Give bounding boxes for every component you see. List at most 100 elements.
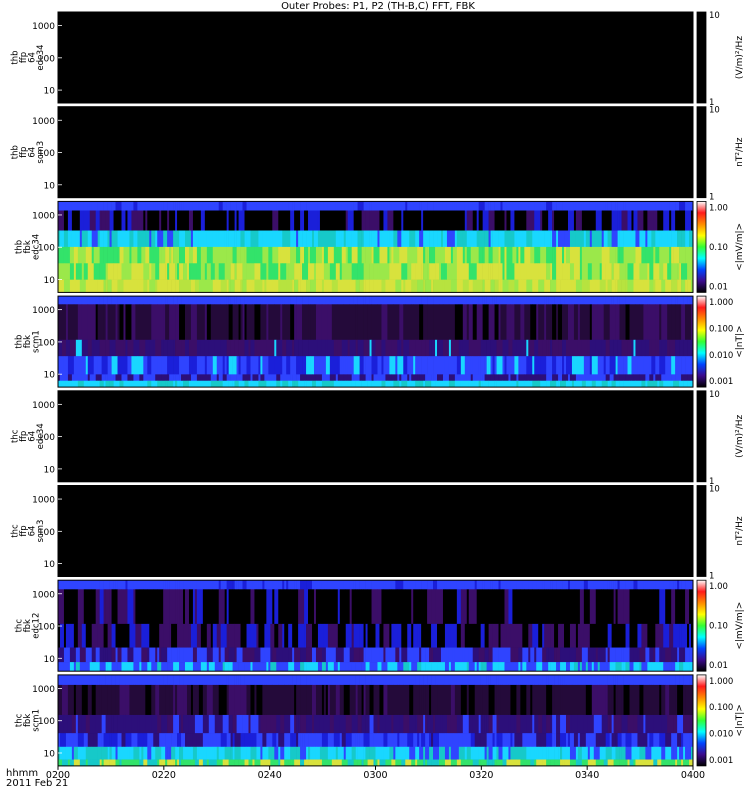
spectrogram-cell	[274, 246, 279, 264]
spectrogram-cell	[357, 246, 362, 264]
spectrogram-cell	[629, 580, 634, 590]
spectrogram-cell	[669, 201, 676, 211]
spectrogram-cell	[502, 263, 505, 280]
spectrogram-cell	[294, 662, 301, 672]
spectrogram-cell	[319, 230, 327, 248]
spectrogram-cell	[319, 759, 323, 767]
spectrogram-cell	[321, 263, 325, 280]
spectrogram-cell	[665, 246, 670, 264]
colorbar-tick-label: 10	[709, 485, 720, 495]
spectrogram-cell	[599, 647, 606, 663]
spectrogram-cell	[681, 580, 686, 590]
spectrogram-cell	[327, 246, 335, 264]
spectrogram-cell	[103, 580, 110, 590]
spectrogram-cell	[423, 246, 426, 264]
spectrogram-cell	[186, 380, 190, 388]
spectrogram-cell	[419, 684, 422, 716]
spectrogram-cell	[329, 714, 335, 734]
spectrogram-cell	[161, 279, 168, 293]
spectrogram-cell	[173, 210, 176, 231]
spectrogram-cell	[397, 339, 400, 357]
spectrogram-cell	[421, 647, 426, 663]
spectrogram-cell	[250, 356, 253, 375]
spectrogram-cell	[663, 380, 668, 388]
spectrogram-cell	[508, 380, 513, 388]
spectrogram-cell	[482, 580, 485, 590]
spectrogram-cell	[260, 279, 263, 293]
spectrogram-cell	[327, 662, 335, 672]
spectrogram-cell	[542, 580, 545, 590]
spectrogram-cell	[407, 733, 414, 748]
spectrogram-cell	[127, 356, 132, 375]
spectrogram-cell	[175, 279, 180, 293]
spectrogram-cell	[83, 733, 89, 748]
spectrogram-cell	[468, 263, 474, 280]
spectrogram-cell	[284, 733, 291, 748]
spectrogram-cell	[490, 279, 495, 293]
spectrogram-cell	[212, 589, 218, 625]
spectrogram-cell	[137, 230, 140, 248]
spectrogram-cell	[490, 356, 493, 375]
spectrogram-cell	[444, 580, 448, 590]
spectrogram-cell	[365, 674, 372, 686]
spectrogram-cell	[97, 304, 104, 341]
spectrogram-cell	[313, 230, 319, 248]
spectrogram-cell	[214, 246, 222, 264]
spectrogram-cell	[450, 380, 456, 388]
spectrogram-cell	[452, 230, 456, 248]
y-tick-label: 1000	[32, 117, 55, 127]
spectrogram-cell	[466, 210, 470, 231]
spectrogram-cell	[357, 339, 364, 357]
spectrogram-cell	[186, 201, 194, 211]
panel-label-line: edc12	[32, 613, 42, 639]
spectrogram-cell	[488, 759, 493, 767]
spectrogram-cell	[637, 580, 644, 590]
spectrogram-cell	[496, 296, 503, 305]
spectrogram-cell	[437, 759, 440, 767]
spectrogram-cell	[532, 296, 535, 305]
spectrogram-cell	[339, 356, 343, 375]
spectrogram-cell	[599, 674, 604, 686]
spectrogram-cell	[611, 733, 616, 748]
spectrogram-cell	[520, 759, 527, 767]
spectrogram-cell	[607, 647, 610, 663]
spectrogram-cell	[605, 339, 610, 357]
spectrogram-cell	[111, 733, 118, 748]
spectrogram-cell	[516, 296, 519, 305]
spectrogram-cell	[192, 356, 198, 375]
spectrogram-cell	[111, 684, 116, 716]
spectrogram-cell	[569, 714, 573, 734]
spectrogram-cell	[137, 296, 144, 305]
spectrogram-cell	[669, 623, 674, 648]
spectrogram-cell	[429, 210, 432, 231]
spectrogram-cell	[250, 380, 257, 388]
spectrogram-cell	[111, 356, 118, 375]
spectrogram-cell	[482, 296, 485, 305]
spectrogram-cell	[480, 356, 485, 375]
spectrogram-cell	[425, 246, 428, 264]
spectrogram-cell	[127, 374, 134, 382]
spectrogram-cell	[185, 246, 190, 264]
spectrogram-cell	[127, 339, 134, 357]
spectrogram-cell	[248, 374, 251, 382]
spectrogram-cell	[442, 210, 450, 231]
spectrogram-cell	[454, 647, 462, 663]
spectrogram-cell	[143, 374, 150, 382]
spectrogram-cell	[163, 304, 166, 341]
spectrogram-cell	[282, 296, 285, 305]
spectrogram-cell	[204, 296, 208, 305]
spectrogram-cell	[276, 714, 281, 734]
spectrogram-cell	[496, 589, 503, 625]
spectrogram-cell	[73, 733, 79, 748]
spectrogram-cell	[431, 623, 438, 648]
spectrogram-cell	[492, 623, 499, 648]
spectrogram-cell	[421, 684, 424, 716]
spectrogram-cell	[564, 623, 571, 648]
spectrogram-cell	[569, 623, 577, 648]
spectrogram-cell	[288, 380, 291, 388]
spectrogram-cell	[179, 279, 186, 293]
spectrogram-cell	[298, 230, 303, 248]
spectrogram-cell	[556, 201, 563, 211]
spectrogram-cell	[581, 662, 587, 672]
spectrogram-cell	[63, 580, 71, 590]
